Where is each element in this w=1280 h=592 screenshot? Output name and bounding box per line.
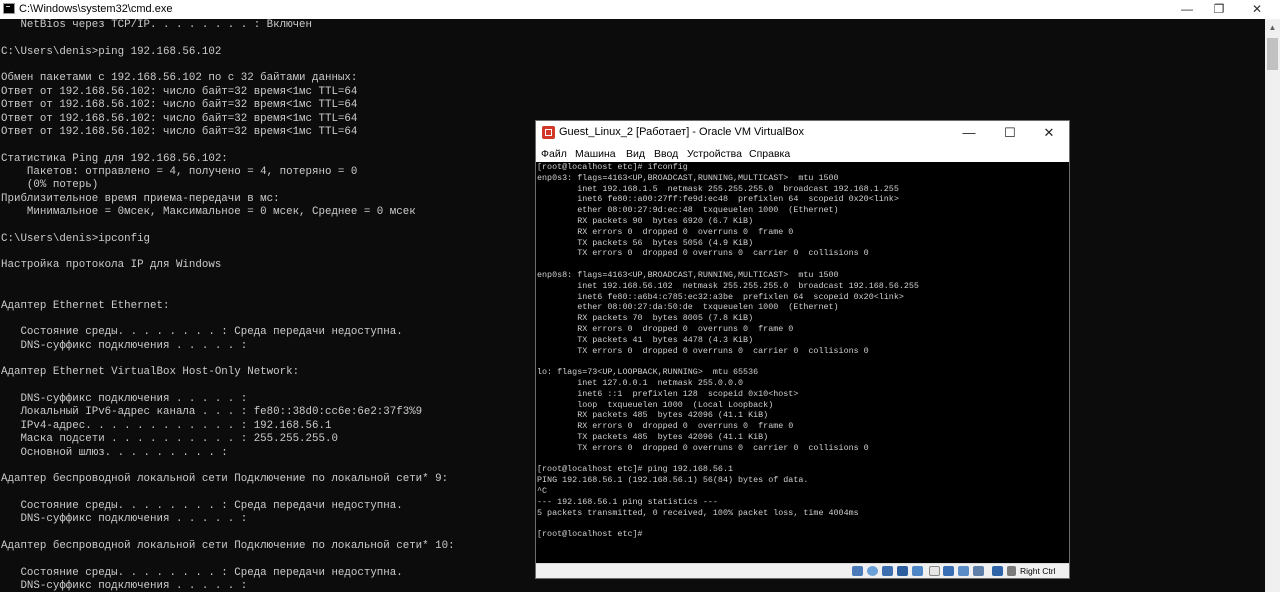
cmd-scrollbar[interactable]: ▲ <box>1265 19 1280 592</box>
host-key-label: Right Ctrl <box>1020 566 1056 576</box>
mouse-integration-icon[interactable] <box>973 566 984 576</box>
video-capture-icon[interactable] <box>943 566 954 576</box>
menu-input[interactable]: Ввод <box>654 148 678 160</box>
host-key-arrow-icon <box>1007 566 1016 576</box>
cmd-titlebar[interactable]: C:\Windows\system32\cmd.exe — ❐ ✕ <box>0 0 1280 19</box>
close-icon[interactable]: ✕ <box>1234 0 1280 19</box>
cmd-window-title: C:\Windows\system32\cmd.exe <box>19 3 173 15</box>
vbox-menubar: Файл Машина Вид Ввод Устройства Справка <box>536 145 1069 162</box>
virtualbox-app-icon <box>542 126 555 139</box>
menu-machine[interactable]: Машина <box>575 148 616 160</box>
display-icon[interactable] <box>929 566 940 576</box>
menu-file[interactable]: Файл <box>541 148 567 160</box>
scroll-up-icon[interactable]: ▲ <box>1265 19 1280 36</box>
vbox-titlebar[interactable]: Guest_Linux_2 [Работает] - Oracle VM Vir… <box>536 121 1069 145</box>
cpu-icon[interactable] <box>958 566 969 576</box>
vbox-maximize-icon[interactable]: ☐ <box>990 121 1030 145</box>
menu-help[interactable]: Справка <box>749 148 790 160</box>
scroll-thumb[interactable] <box>1267 38 1278 70</box>
network-icon[interactable] <box>882 566 893 576</box>
vbox-minimize-icon[interactable]: — <box>949 121 989 145</box>
usb-icon[interactable] <box>897 566 908 576</box>
guest-terminal-output: [root@localhost etc]# ifconfig enp0s3: f… <box>537 162 919 540</box>
virtualbox-window[interactable]: Guest_Linux_2 [Работает] - Oracle VM Vir… <box>535 120 1070 579</box>
cmd-app-icon <box>3 3 15 14</box>
vbox-statusbar: Right Ctrl <box>536 563 1069 578</box>
shared-folder-icon[interactable] <box>912 566 923 576</box>
guest-screen[interactable]: [root@localhost etc]# ifconfig enp0s3: f… <box>536 162 1069 563</box>
hdd-icon[interactable] <box>852 566 863 576</box>
keyboard-icon[interactable] <box>992 566 1003 576</box>
vbox-window-title: Guest_Linux_2 [Работает] - Oracle VM Vir… <box>559 126 804 138</box>
menu-devices[interactable]: Устройства <box>687 148 742 160</box>
menu-view[interactable]: Вид <box>626 148 645 160</box>
optical-disk-icon[interactable] <box>867 566 878 576</box>
vbox-close-icon[interactable]: ✕ <box>1029 121 1069 145</box>
